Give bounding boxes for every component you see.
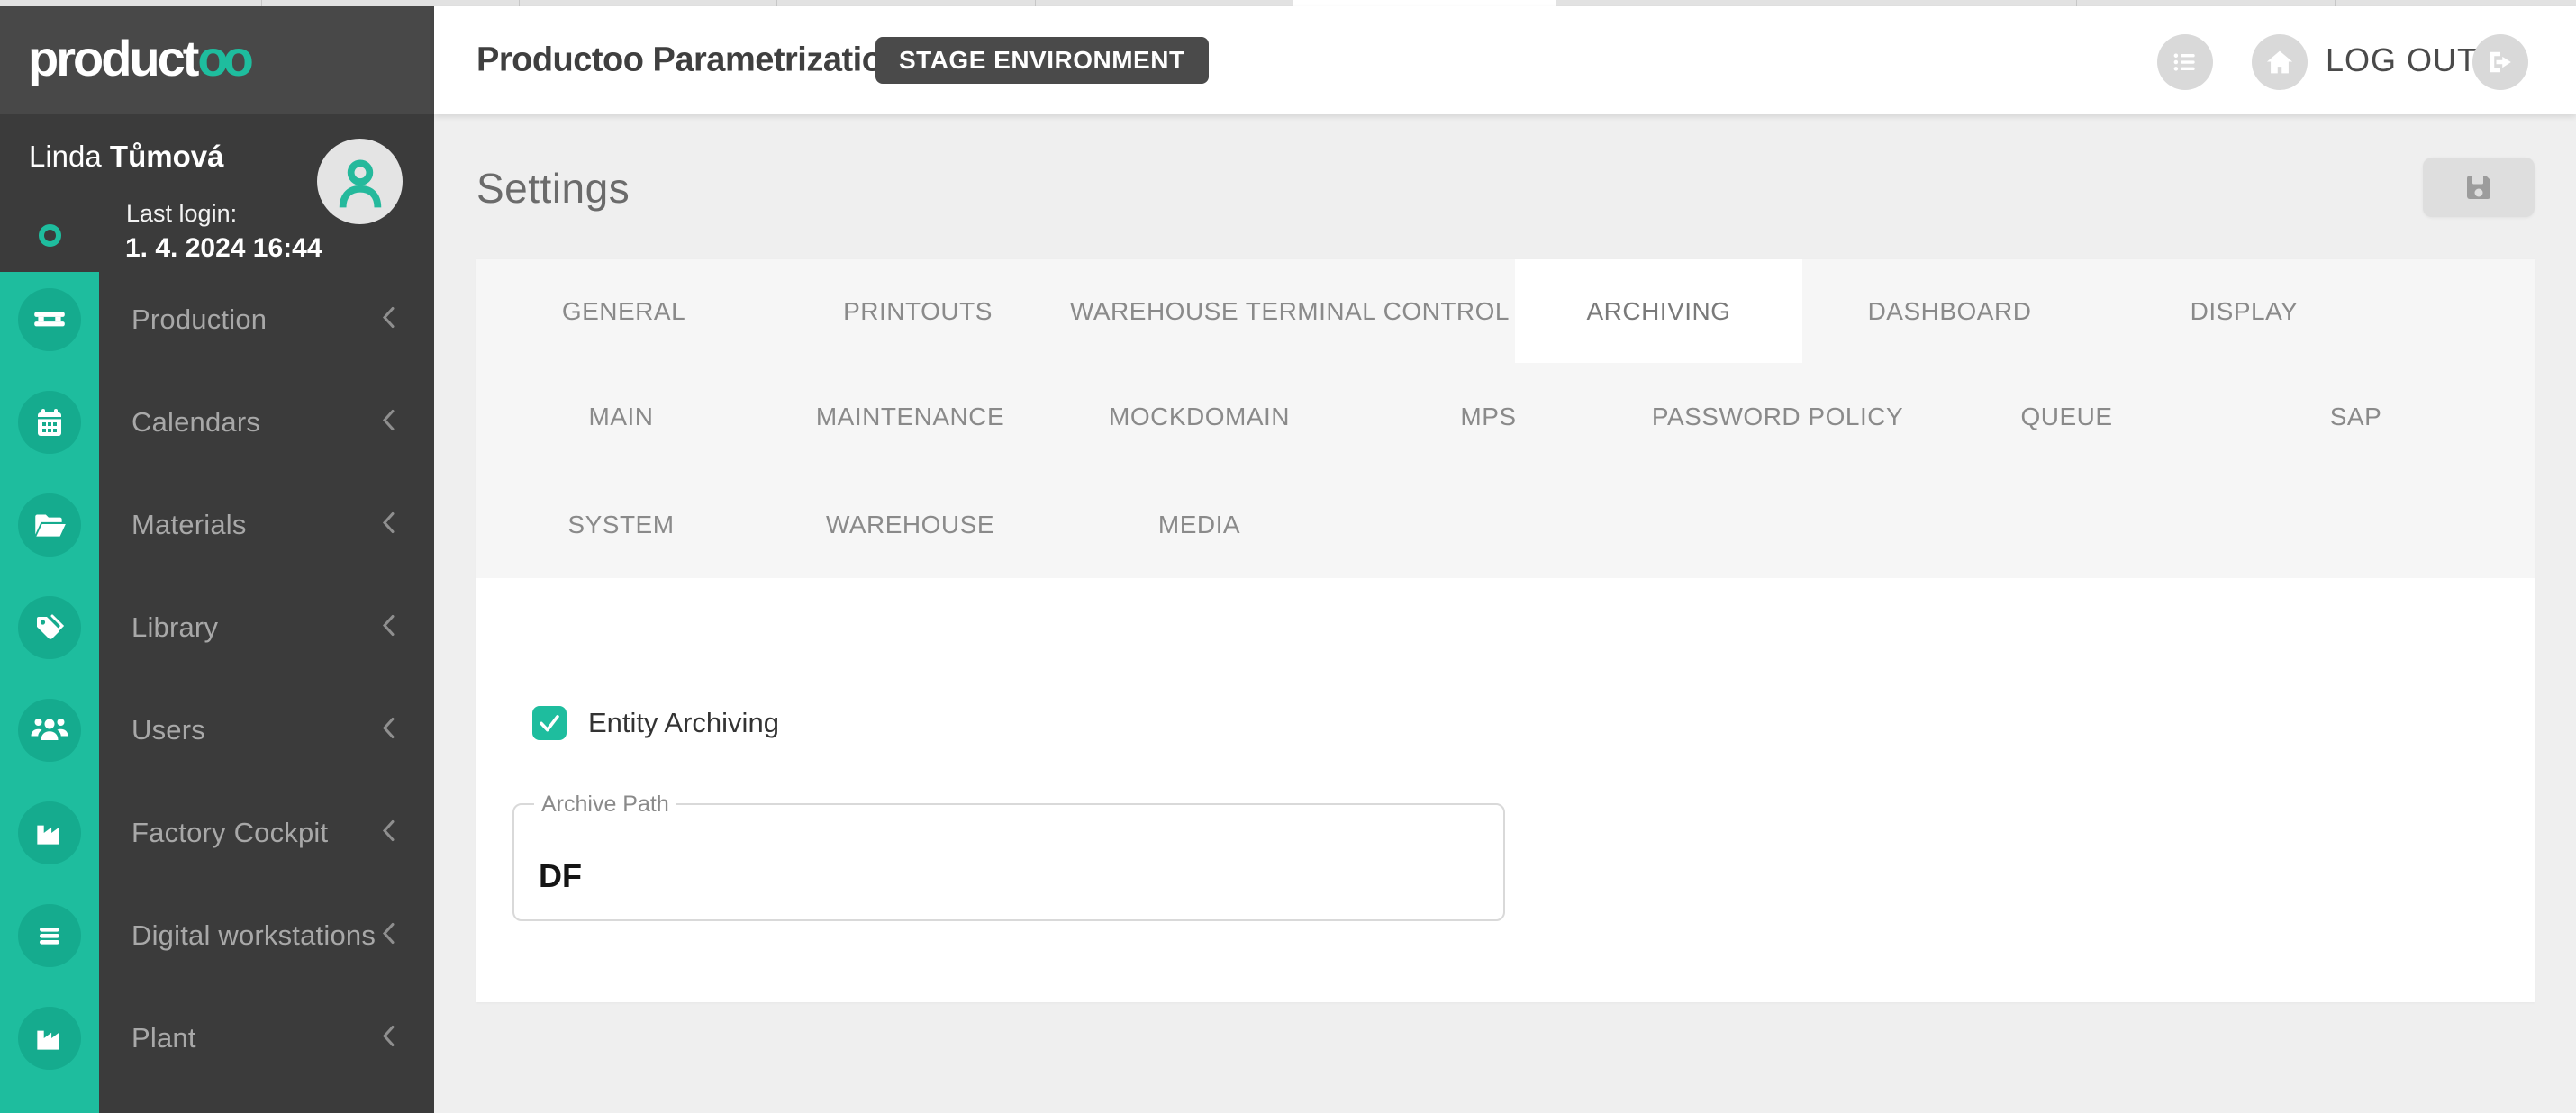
person-icon <box>332 154 388 210</box>
environment-badge: STAGE ENVIRONMENT <box>875 37 1209 84</box>
chevron-left-icon <box>378 713 400 748</box>
sidebar-item-factory-cockpit[interactable]: Factory Cockpit <box>0 782 434 884</box>
calendar-icon <box>32 404 68 440</box>
tab-archiving[interactable]: ARCHIVING <box>1515 259 1802 363</box>
sidebar-item-label: Calendars <box>132 406 260 439</box>
sidebar-item-calendars[interactable]: Calendars <box>0 371 434 474</box>
home-icon <box>2263 46 2296 78</box>
tab-maintenance[interactable]: MAINTENANCE <box>766 363 1055 471</box>
materials-icon-button[interactable] <box>18 493 81 556</box>
sidebar-item-users[interactable]: Users <box>0 679 434 782</box>
sidebar-item-digital-workstations[interactable]: Digital workstations <box>0 884 434 987</box>
home-button[interactable] <box>2252 34 2308 90</box>
sidebar-item-materials[interactable]: Materials <box>0 474 434 576</box>
chevron-left-icon <box>378 816 400 851</box>
page-title: Settings <box>476 164 630 213</box>
logout-button[interactable] <box>2472 34 2528 90</box>
sidebar-item-label: Materials <box>132 509 247 541</box>
chevron-left-icon <box>378 1021 400 1056</box>
save-button[interactable] <box>2423 158 2535 217</box>
tab-general[interactable]: GENERAL <box>476 259 771 363</box>
save-icon <box>2463 171 2495 204</box>
sidebar-item-label: Production <box>132 303 267 336</box>
tab-printouts[interactable]: PRINTOUTS <box>771 259 1065 363</box>
tab-display[interactable]: DISPLAY <box>2097 259 2391 363</box>
tab-warehouse-terminal-control[interactable]: WAREHOUSE TERMINAL CONTROL <box>1065 259 1515 363</box>
sidebar-item-label: Library <box>132 611 218 644</box>
tab-sap[interactable]: SAP <box>2211 363 2500 471</box>
sidebar-item-library[interactable]: Library <box>0 576 434 679</box>
logo-text: product <box>28 30 196 86</box>
tab-mps[interactable]: MPS <box>1344 363 1633 471</box>
tab-warehouse[interactable]: WAREHOUSE <box>766 471 1055 578</box>
logout-icon <box>2484 46 2517 78</box>
settings-card: GENERAL PRINTOUTS WAREHOUSE TERMINAL CON… <box>476 259 2535 1002</box>
chevron-left-icon <box>378 303 400 338</box>
sidebar-item-label: Factory Cockpit <box>132 817 328 849</box>
menu-list-icon <box>2169 46 2201 78</box>
sidebar-item-plant[interactable]: Plant <box>0 987 434 1090</box>
entity-archiving-label: Entity Archiving <box>588 707 779 739</box>
tab-password-policy[interactable]: PASSWORD POLICY <box>1633 363 1922 471</box>
tab-dashboard[interactable]: DASHBOARD <box>1802 259 2097 363</box>
pallet-icon <box>31 301 68 339</box>
tab-queue[interactable]: QUEUE <box>1922 363 2211 471</box>
settings-tabstrip: GENERAL PRINTOUTS WAREHOUSE TERMINAL CON… <box>476 259 2535 578</box>
check-icon <box>534 708 565 738</box>
tab-media[interactable]: MEDIA <box>1055 471 1344 578</box>
factory-icon <box>31 1019 68 1057</box>
logo-block: productoo <box>0 6 434 114</box>
chevron-left-icon <box>378 918 400 954</box>
browser-active-tab <box>1293 0 1556 6</box>
tab-main[interactable]: MAIN <box>476 363 766 471</box>
archiving-panel <box>476 578 2535 1002</box>
digital-workstations-icon-button[interactable] <box>18 904 81 967</box>
chevron-left-icon <box>378 405 400 440</box>
menu-list-button[interactable] <box>2157 34 2213 90</box>
last-login-label: Last login: <box>126 200 237 228</box>
folder-open-icon <box>31 506 68 544</box>
lines-icon <box>32 918 68 954</box>
tab-mockdomain[interactable]: MOCKDOMAIN <box>1055 363 1344 471</box>
sidebar-item-label: Users <box>132 714 205 747</box>
user-name: Linda Tůmová <box>29 140 223 174</box>
app-header: Productoo Parametrization STAGE ENVIRONM… <box>434 6 2576 114</box>
sidebar-item-label: Digital workstations <box>132 919 376 952</box>
sidebar-item-production[interactable]: Production <box>0 268 434 371</box>
chevron-left-icon <box>378 508 400 543</box>
entity-archiving-checkbox[interactable] <box>532 706 567 740</box>
logout-label[interactable]: LOG OUT <box>2326 41 2478 79</box>
tab-system[interactable]: SYSTEM <box>476 471 766 578</box>
settings-page: Settings GENERAL PRINTOUTS WAREHOUSE TER… <box>434 114 2576 1113</box>
plant-icon-button[interactable] <box>18 1007 81 1070</box>
users-icon-button[interactable] <box>18 699 81 762</box>
productoo-logo: productoo <box>28 30 249 87</box>
avatar <box>317 139 403 224</box>
factory-cockpit-icon-button[interactable] <box>18 801 81 864</box>
tags-icon <box>32 610 68 646</box>
calendars-icon-button[interactable] <box>18 391 81 454</box>
status-indicator <box>39 224 61 247</box>
production-icon-button[interactable] <box>18 288 81 351</box>
sidebar-item-label: Plant <box>132 1022 196 1054</box>
library-icon-button[interactable] <box>18 596 81 659</box>
archive-path-input[interactable] <box>514 805 1503 919</box>
last-login-value: 1. 4. 2024 16:44 <box>125 233 322 264</box>
logo-oo: oo <box>197 30 248 86</box>
archive-path-field: Archive Path <box>512 803 1505 921</box>
users-icon <box>30 712 69 748</box>
factory-icon <box>31 814 68 852</box>
sidebar: productoo Linda Tůmová Last login: 1. 4.… <box>0 6 434 1113</box>
page-header-title: Productoo Parametrization <box>476 41 903 80</box>
chevron-left-icon <box>378 611 400 646</box>
